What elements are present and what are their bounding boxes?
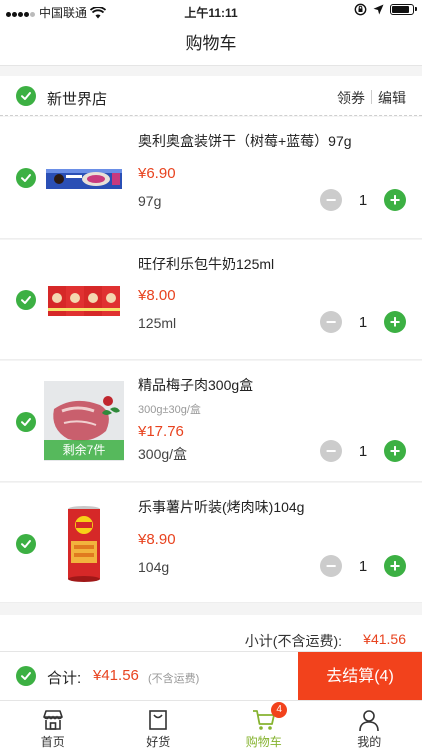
location-icon: [373, 4, 384, 15]
tab-label: 购物车: [245, 735, 282, 749]
cart-item: 剩余7件 精品梅子肉300g盒 300g±30g/盒 ¥17.76 300g/盒…: [0, 361, 422, 482]
tab-home[interactable]: 首页: [0, 701, 106, 750]
shipping-note: (不含运费): [148, 673, 200, 685]
item-title[interactable]: 旺仔利乐包牛奶125ml: [138, 254, 274, 274]
checkmark-icon: [21, 418, 31, 426]
checkmark-icon: [21, 92, 31, 100]
decrease-button[interactable]: −: [320, 440, 342, 462]
total-label: 合计:: [47, 670, 82, 687]
total-amount: ¥41.56: [93, 667, 139, 684]
tab-profile[interactable]: 我的: [317, 701, 422, 750]
item-spec: 300g/盒: [138, 446, 188, 462]
item-select-checkbox[interactable]: [16, 290, 36, 310]
item-title[interactable]: 精品梅子肉300g盒: [138, 375, 253, 395]
rotation-lock-icon: [354, 3, 367, 16]
bag-icon: [149, 710, 168, 730]
checkmark-icon: [21, 672, 31, 680]
quantity-value[interactable]: 1: [342, 314, 384, 331]
decrease-button[interactable]: −: [320, 555, 342, 577]
checkmark-icon: [21, 296, 31, 304]
item-weight-range: 300g±30g/盒: [138, 404, 201, 416]
item-select-checkbox[interactable]: [16, 534, 36, 554]
decrease-button[interactable]: −: [320, 311, 342, 333]
increase-button[interactable]: +: [384, 311, 406, 333]
increase-button[interactable]: +: [384, 440, 406, 462]
store-name[interactable]: 新世界店: [47, 88, 107, 109]
status-right: [354, 3, 417, 16]
quantity-value[interactable]: 1: [342, 558, 384, 575]
item-select-checkbox[interactable]: [16, 168, 36, 188]
coupon-link[interactable]: 领券: [337, 88, 365, 108]
cart-item: 旺仔利乐包牛奶125ml ¥8.00 125ml − 1 +: [0, 240, 422, 360]
item-price: ¥8.00: [138, 287, 176, 304]
tab-label: 我的: [357, 735, 382, 749]
item-spec: 125ml: [138, 315, 177, 331]
tab-label: 好货: [146, 735, 171, 749]
item-price: ¥17.76: [138, 423, 184, 440]
nav-bar: 购物车: [0, 22, 422, 66]
store-header: 新世界店 领券 编辑: [0, 76, 422, 116]
quantity-stepper: − 1 +: [320, 555, 406, 577]
tab-cart[interactable]: 购物车 4: [211, 701, 317, 750]
oreo-cookie-image[interactable]: [44, 137, 124, 217]
store-actions: 领券 编辑: [337, 88, 406, 108]
tab-bar: 首页 好货 购物车 4 我的: [0, 700, 422, 750]
quantity-value[interactable]: 1: [342, 443, 384, 460]
item-spec: 104g: [138, 559, 170, 575]
user-icon: [359, 710, 380, 732]
quantity-stepper: − 1 +: [320, 189, 406, 211]
item-price: ¥6.90: [138, 165, 176, 182]
quantity-value[interactable]: 1: [342, 192, 384, 209]
decrease-button[interactable]: −: [320, 189, 342, 211]
subtotal-row: 小计(不含运费): ¥41.56: [0, 615, 422, 651]
tab-label: 首页: [40, 735, 65, 749]
edit-link[interactable]: 编辑: [378, 88, 406, 108]
cart-item: 奥利奥盒装饼干（树莓+蓝莓）97g ¥6.90 97g − 1 +: [0, 117, 422, 239]
store-icon: [42, 710, 63, 730]
cart-count-badge: 4: [271, 702, 288, 718]
status-bar: 中国联通 上午11:11: [0, 0, 422, 22]
quantity-stepper: − 1 +: [320, 311, 406, 333]
item-spec: 97g: [138, 193, 162, 209]
checkout-bar: 合计: ¥41.56 (不含运费) 去结算(4): [0, 651, 422, 701]
tab-goods[interactable]: 好货: [106, 701, 212, 750]
increase-button[interactable]: +: [384, 555, 406, 577]
subtotal-label: 小计(不含运费):: [244, 633, 342, 649]
increase-button[interactable]: +: [384, 189, 406, 211]
checkmark-icon: [21, 540, 31, 548]
item-select-checkbox[interactable]: [16, 412, 36, 432]
item-title[interactable]: 乐事薯片听装(烤肉味)104g: [138, 497, 304, 517]
divider: [371, 90, 372, 104]
stock-badge: 剩余7件: [44, 440, 124, 460]
item-price: ¥8.90: [138, 531, 176, 548]
cart-item: 乐事薯片听装(烤肉味)104g ¥8.90 104g − 1 +: [0, 483, 422, 603]
store-select-checkbox[interactable]: [16, 86, 36, 106]
item-title[interactable]: 奥利奥盒装饼干（树莓+蓝莓）97g: [138, 131, 352, 151]
lays-chips-image[interactable]: [44, 503, 124, 583]
subtotal-value: ¥41.56: [363, 631, 406, 647]
checkout-button[interactable]: 去结算(4): [298, 652, 422, 701]
checkmark-icon: [21, 174, 31, 182]
page-title: 购物车: [185, 34, 237, 53]
select-all-checkbox[interactable]: [16, 666, 36, 686]
quantity-stepper: − 1 +: [320, 440, 406, 462]
battery-icon: [390, 4, 417, 15]
wangzai-milk-image[interactable]: [44, 260, 124, 340]
